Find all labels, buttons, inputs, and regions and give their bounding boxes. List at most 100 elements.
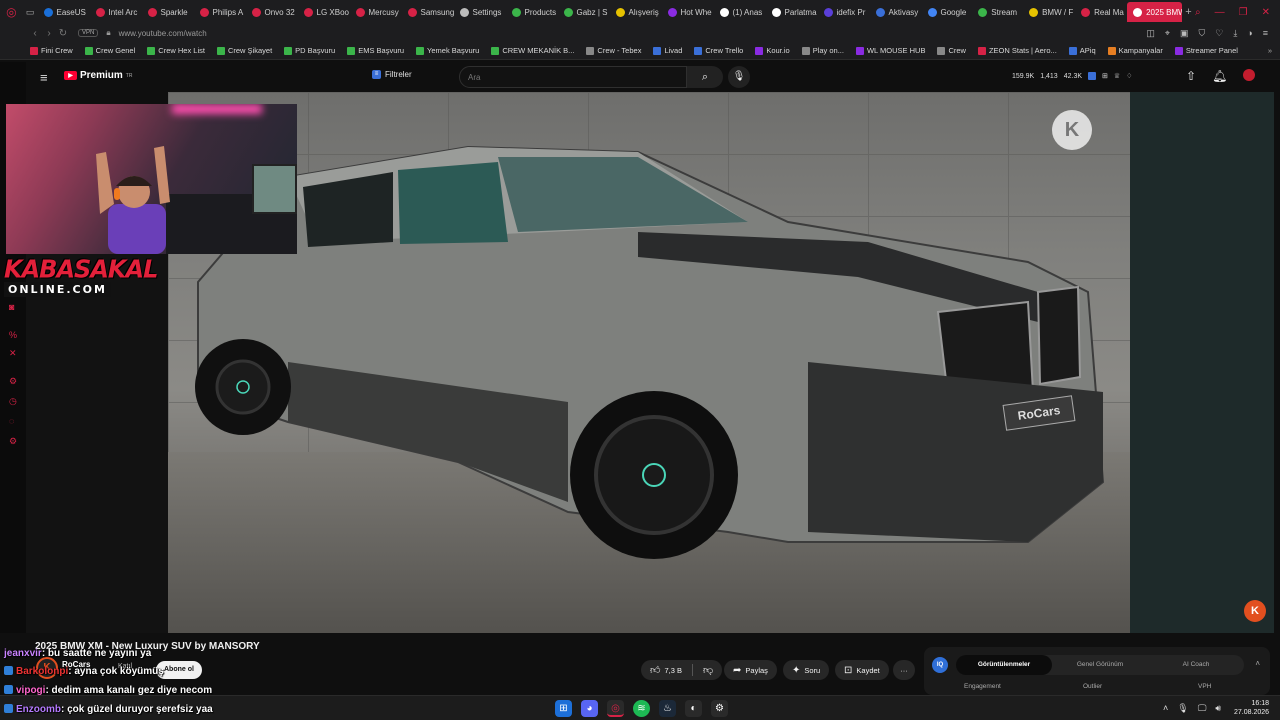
forward-button[interactable]: › <box>42 28 56 39</box>
browser-tab[interactable]: Gabz | S <box>558 2 610 22</box>
pin-icon[interactable]: ⌖ <box>1165 28 1170 39</box>
thumbs-down-icon[interactable]: 👎︎ <box>703 664 713 676</box>
history-icon[interactable]: ◷ <box>9 396 17 407</box>
kick-icon[interactable]: % <box>9 330 17 340</box>
url-field[interactable]: www.youtube.com/watch <box>119 29 207 38</box>
notif-small-icon[interactable]: ♢ <box>1126 72 1132 80</box>
bookmark-item[interactable]: PD Başvuru <box>284 46 335 55</box>
bookmark-item[interactable]: Play on... <box>801 46 844 55</box>
camera-icon[interactable]: ◫ <box>1146 28 1155 39</box>
settings-gear-icon[interactable]: ⚙ <box>9 376 17 387</box>
new-tab-button[interactable]: + <box>1182 6 1195 18</box>
bookmark-item[interactable]: Crew Genel <box>84 46 135 55</box>
browser-tab[interactable]: Hot Whe <box>662 2 714 22</box>
network-icon[interactable]: 🖵︎ <box>1198 703 1207 714</box>
instagram-icon[interactable]: ◙ <box>9 302 14 312</box>
browser-tab[interactable]: LG XBoo <box>298 2 350 22</box>
maximize-button[interactable]: ❐ <box>1239 7 1248 18</box>
browser-tab[interactable]: Intel Arc <box>90 2 142 22</box>
minimize-button[interactable]: — <box>1215 7 1225 18</box>
like-count[interactable]: 7,3 B <box>664 666 682 675</box>
sidebar-settings-icon[interactable]: ⚙ <box>9 436 17 447</box>
browser-tab[interactable]: Mercusy <box>350 2 402 22</box>
browser-tab[interactable]: Stream <box>972 2 1023 22</box>
tab-overview[interactable]: Genel Görünüm <box>1052 655 1148 675</box>
bookmark-item[interactable]: Yemek Başvuru <box>416 46 479 55</box>
search-input[interactable]: Ara <box>459 66 687 88</box>
browser-tab[interactable]: Onvo 32 <box>246 2 298 22</box>
ask-button[interactable]: ✦ Soru <box>783 660 830 680</box>
browser-tab[interactable]: Settings <box>454 2 506 22</box>
browser-tab[interactable]: Sparkle <box>142 2 194 22</box>
award-icon[interactable]: ♕ <box>1114 72 1120 80</box>
heart-icon[interactable]: ♡ <box>1215 28 1223 39</box>
bookmark-item[interactable]: Livad <box>653 46 682 55</box>
shield-icon[interactable]: ⛉ <box>1198 28 1205 39</box>
tab-active[interactable]: 2025 BMW <box>1127 2 1182 22</box>
upload-icon[interactable]: ⇧ <box>1186 69 1196 83</box>
taskbar-clock[interactable]: 16:18 27.08.2026 <box>1234 699 1269 717</box>
discord-icon[interactable]: ◕ <box>581 700 598 717</box>
browser-tab[interactable]: idefix Pr <box>818 2 870 22</box>
bookmark-item[interactable]: APiq <box>1068 46 1096 55</box>
channel-watermark[interactable]: K <box>1052 110 1092 150</box>
bookmarks-overflow-icon[interactable]: » <box>1268 46 1280 55</box>
menu-icon[interactable]: ≡ <box>1263 28 1268 39</box>
account-avatar[interactable] <box>1243 69 1256 81</box>
vidiq-logo-icon[interactable]: IQ <box>932 657 948 673</box>
steam-icon[interactable]: ♨ <box>659 700 676 717</box>
bookmark-item[interactable]: Crew Şikayet <box>216 46 272 55</box>
browser-tab[interactable]: Philips A <box>194 2 246 22</box>
video-player[interactable]: K RoCars <box>168 92 1130 633</box>
bookmark-item[interactable]: Kour.io <box>755 46 790 55</box>
browser-tab[interactable]: Products <box>506 2 558 22</box>
bookmark-item[interactable]: WL MOUSE HUB <box>855 46 925 55</box>
browser-tab[interactable]: BMW / F <box>1023 2 1075 22</box>
youtube-logo[interactable]: ▶ Premium TR <box>64 70 132 81</box>
bookmark-item[interactable]: Crew Trello <box>694 46 743 55</box>
tray-mic-icon[interactable]: 🎙︎ <box>1177 703 1188 714</box>
more-actions-button[interactable]: ··· <box>893 660 915 680</box>
sidebar-toggle-icon[interactable]: ▭ <box>23 7 38 18</box>
bookmark-item[interactable]: Streamer Panel <box>1174 46 1238 55</box>
browser-tab[interactable]: Google <box>922 2 973 22</box>
hamburger-menu-icon[interactable]: ≡ <box>40 70 48 85</box>
save-button[interactable]: ⊡ Kaydet <box>835 660 889 680</box>
browser-tab[interactable]: Parlatma <box>766 2 818 22</box>
tab-ai-coach[interactable]: AI Coach <box>1148 655 1244 675</box>
reload-button[interactable]: ↻ <box>56 28 70 39</box>
spotify-icon[interactable]: ≋ <box>633 700 650 717</box>
profile-icon[interactable]: ◑ <box>1247 28 1252 39</box>
volume-icon[interactable]: 🔊︎ <box>1215 703 1221 714</box>
thumbs-up-icon[interactable]: 👍︎ <box>650 664 660 676</box>
screenshot-icon[interactable]: ▣ <box>1180 28 1189 39</box>
bookmark-item[interactable]: Fini Crew <box>30 46 73 55</box>
app-icon[interactable]: ⚙ <box>711 700 728 717</box>
bookmark-item[interactable]: Crew <box>937 46 966 55</box>
browser-tab[interactable]: Alışveriş <box>610 2 662 22</box>
x-twitter-icon[interactable]: ✕ <box>9 348 17 359</box>
browser-tab[interactable]: Real Ma <box>1075 2 1127 22</box>
obs-icon[interactable]: ◐ <box>685 700 702 717</box>
share-button[interactable]: ➦ Paylaş <box>724 660 777 680</box>
collapse-chevron-icon[interactable]: ˄ <box>1255 659 1260 668</box>
opera-gx-logo-icon[interactable]: ◎ <box>0 0 23 24</box>
browser-tab[interactable]: (1) Anas <box>714 2 766 22</box>
back-button[interactable]: ‹ <box>28 28 42 39</box>
browser-tab[interactable]: Aktivasy <box>870 2 922 22</box>
notifications-bell-icon[interactable]: 🔔︎ <box>1212 69 1227 83</box>
bookmark-item[interactable]: CREW MEKANİK B... <box>491 46 574 55</box>
whatsapp-icon[interactable]: ◌ <box>9 416 14 426</box>
grid-icon[interactable]: ⊞ <box>1102 72 1108 80</box>
browser-tab[interactable]: EaseUS <box>38 2 90 22</box>
bookmark-item[interactable]: Crew Hex List <box>147 46 205 55</box>
bookmark-item[interactable]: ZEON Stats | Aero... <box>977 46 1057 55</box>
channel-branding-icon[interactable]: K <box>1244 600 1266 622</box>
search-icon[interactable]: ⌕ <box>687 66 723 88</box>
tray-expand-icon[interactable]: ˄ <box>1163 703 1168 714</box>
start-menu-icon[interactable]: ⊞ <box>555 700 572 717</box>
bookmark-item[interactable]: Crew - Tebex <box>586 46 641 55</box>
opera-gx-icon[interactable]: ◎ <box>607 700 624 717</box>
search-tabs-icon[interactable]: ⌕ <box>1195 7 1201 18</box>
browser-tab[interactable]: Samsung <box>402 2 454 22</box>
